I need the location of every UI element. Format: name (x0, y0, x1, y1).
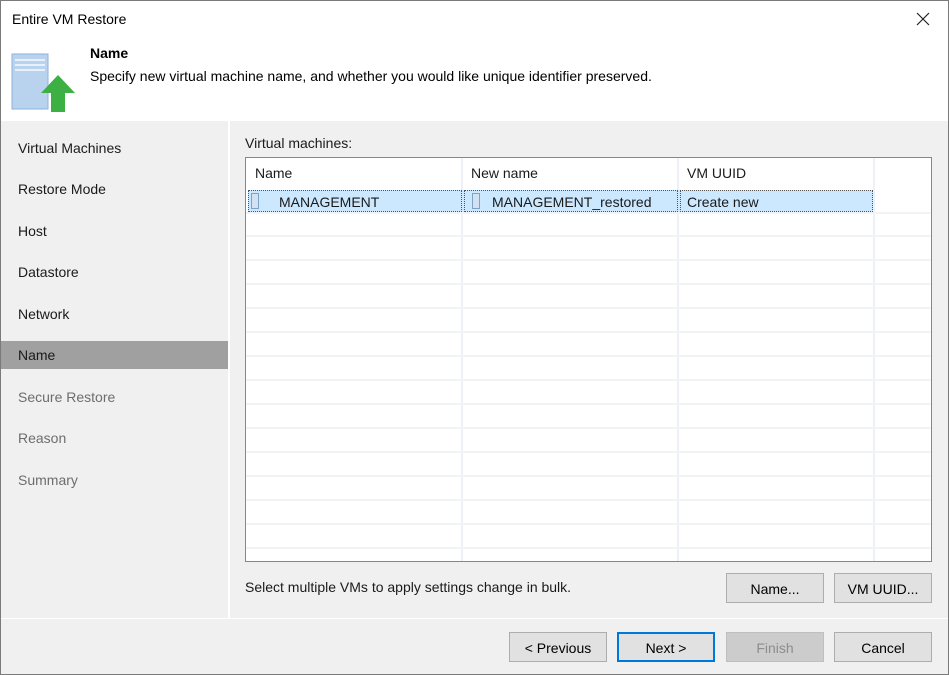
step-host[interactable]: Host (1, 217, 228, 245)
step-reason: Reason (18, 430, 67, 446)
virtual-machines-grid[interactable]: Name New name VM UUID MANAGEMENT MANAGEM… (245, 157, 932, 562)
step-title: Name (90, 45, 129, 61)
title-bar: Entire VM Restore (1, 1, 948, 39)
column-header-name[interactable]: Name (246, 158, 462, 188)
grid-line (246, 331, 931, 333)
grid-line (246, 403, 931, 405)
previous-button[interactable]: < Previous (509, 632, 607, 662)
vm-uuid-value: Create new (687, 194, 759, 210)
grid-line (246, 379, 931, 381)
grid-line (246, 451, 931, 453)
step-secure-restore: Secure Restore (18, 389, 116, 405)
vm-restore-icon (11, 53, 75, 112)
step-description: Specify new virtual machine name, and wh… (90, 68, 652, 84)
cell-vm-uuid[interactable]: Create new (680, 190, 873, 212)
grid-line (246, 523, 931, 525)
wizard-header: Name Specify new virtual machine name, a… (1, 39, 948, 121)
sidebar-divider (228, 121, 230, 618)
grid-line (246, 283, 931, 285)
step-network[interactable]: Network (1, 300, 228, 328)
column-header-vm-uuid[interactable]: VM UUID (678, 158, 874, 188)
entire-vm-restore-dialog: Entire VM Restore Name Specify new virtu… (0, 0, 949, 675)
bulk-hint-text: Select multiple VMs to apply settings ch… (245, 579, 572, 595)
wizard-steps-sidebar: Virtual Machines Restore Mode Host Datas… (1, 121, 228, 618)
vm-new-name: MANAGEMENT_restored (492, 194, 652, 210)
step-summary: Summary (18, 472, 78, 488)
close-icon (916, 12, 930, 26)
grid-line (246, 499, 931, 501)
grid-line (246, 355, 931, 357)
cell-name[interactable]: MANAGEMENT (248, 190, 462, 212)
table-row[interactable]: MANAGEMENT MANAGEMENT_restored Create ne… (248, 190, 873, 212)
grid-line (246, 235, 931, 237)
grid-line (246, 475, 931, 477)
cancel-button[interactable]: Cancel (834, 632, 932, 662)
finish-button: Finish (726, 632, 824, 662)
grid-line (246, 259, 931, 261)
virtual-machines-label: Virtual machines: (245, 135, 353, 151)
name-button[interactable]: Name... (726, 573, 824, 603)
step-datastore[interactable]: Datastore (1, 258, 228, 286)
window-title: Entire VM Restore (12, 11, 127, 27)
vm-icon (472, 193, 480, 209)
column-header-new-name[interactable]: New name (462, 158, 678, 188)
step-name[interactable]: Name (1, 341, 228, 369)
step-restore-mode[interactable]: Restore Mode (1, 175, 228, 203)
cell-new-name[interactable]: MANAGEMENT_restored (464, 190, 678, 212)
grid-line (246, 547, 931, 549)
next-button[interactable]: Next > (617, 632, 715, 662)
step-virtual-machines[interactable]: Virtual Machines (1, 134, 228, 162)
grid-line (246, 307, 931, 309)
grid-line (246, 427, 931, 429)
vm-name: MANAGEMENT (279, 194, 380, 210)
vm-uuid-button[interactable]: VM UUID... (834, 573, 932, 603)
close-button[interactable] (904, 3, 942, 35)
footer-separator (1, 618, 948, 619)
grid-header: Name New name VM UUID (246, 158, 931, 188)
vm-icon (251, 193, 259, 209)
